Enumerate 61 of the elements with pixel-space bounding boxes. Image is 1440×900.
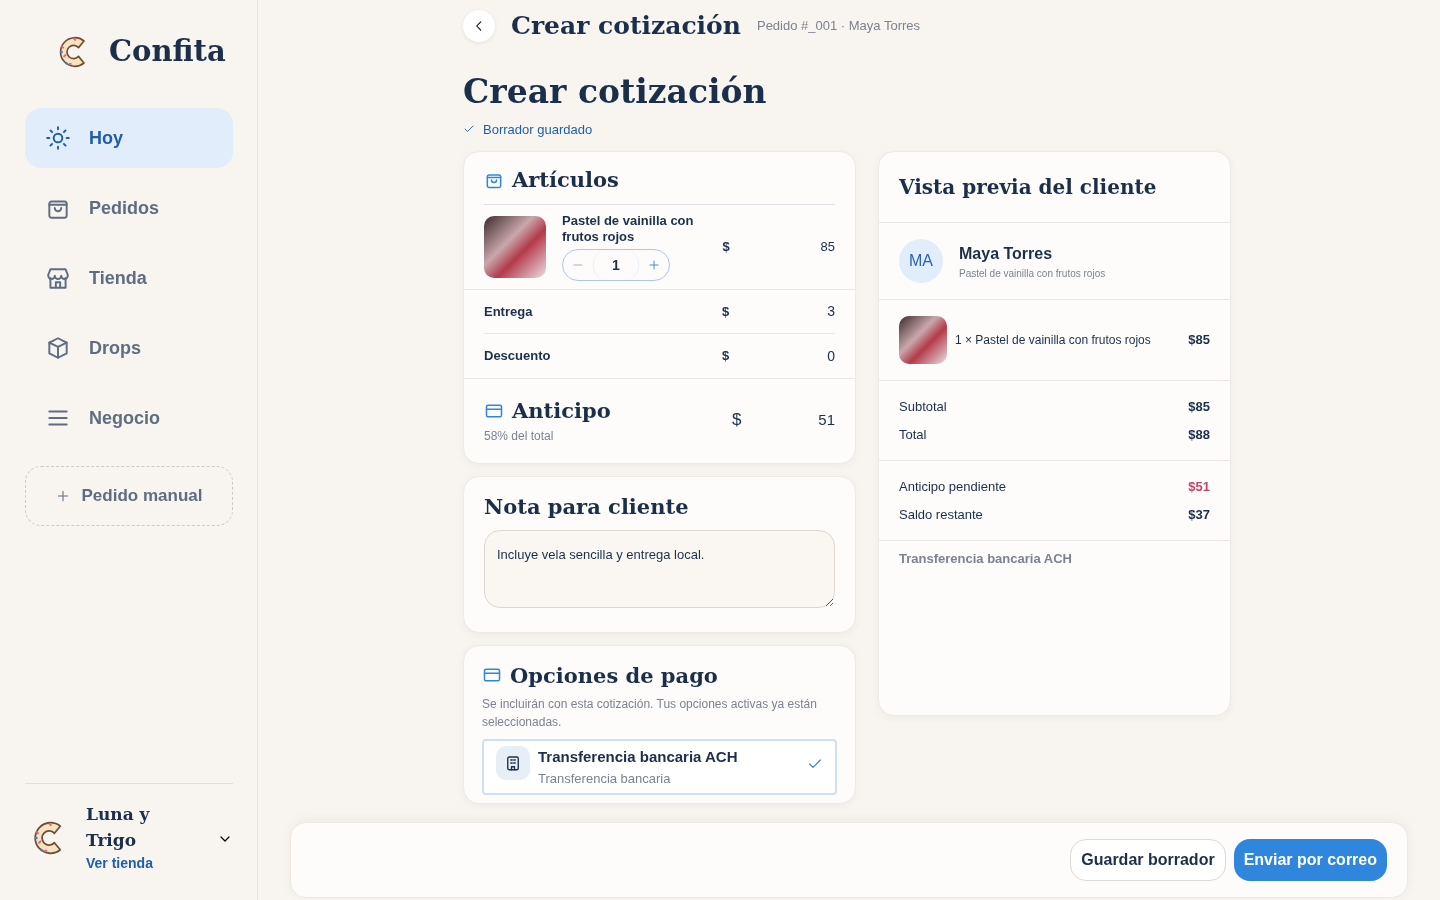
- summary-amount: $88: [1188, 425, 1210, 444]
- item-price: 85: [819, 238, 835, 257]
- footer-button[interactable]: Enviar por correo: [1233, 839, 1387, 881]
- card-title: Opciones de pago: [510, 661, 718, 690]
- brand-name: Confita: [109, 33, 226, 71]
- card-title: Vista previa del cliente: [898, 174, 1158, 202]
- note-field[interactable]: Incluye vela sencilla y entrega local.: [484, 530, 835, 609]
- nav-item[interactable]: Drops: [25, 318, 233, 378]
- charge-amount: 0: [826, 346, 835, 366]
- option-name: Transferencia bancaria ACH: [538, 747, 739, 768]
- customer-detail: Pastel de vainilla con frutos rojos: [959, 266, 1106, 281]
- nav-item[interactable]: Negocio: [25, 388, 233, 448]
- line-item-amount: $85: [1188, 331, 1210, 350]
- summary-amount: $85: [1188, 398, 1210, 417]
- currency-symbol: $: [722, 302, 731, 321]
- payment-method-text: Transferencia bancaria ACH: [899, 551, 1072, 567]
- footer-button[interactable]: Guardar borrador: [1070, 839, 1226, 881]
- payment-description: Se incluirán con esta cotización. Tus opciones activas ya están seleccionadas.: [482, 696, 818, 732]
- deposit-note: 58% del total: [484, 427, 555, 445]
- deposit-title: Anticipo: [512, 397, 611, 426]
- nav-item[interactable]: Pedidos: [25, 178, 233, 238]
- charge-label: Entrega: [484, 302, 534, 321]
- account-name: Luna y Trigo: [86, 803, 151, 852]
- back-button[interactable]: [463, 10, 495, 42]
- order-subtitle: Pedido #_001 · Maya Torres: [756, 17, 921, 36]
- currency-symbol: $: [732, 409, 743, 432]
- customer-name: Maya Torres: [959, 243, 1054, 264]
- cake-photo-placeholder: [484, 215, 546, 278]
- item-name: Pastel de vainilla con frutos rojos: [562, 212, 695, 246]
- charge-amount: 3: [826, 302, 835, 322]
- option-detail: Transferencia bancaria: [538, 769, 672, 788]
- page-title: Crear cotización: [463, 72, 768, 112]
- bank-icon: [504, 754, 522, 773]
- save-status: Borrador guardado: [483, 120, 593, 139]
- currency-symbol: $: [722, 347, 731, 366]
- summary-label: Total: [899, 425, 927, 444]
- summary-amount: $37: [1188, 505, 1210, 524]
- manual-order-button[interactable]: Pedido manual: [25, 466, 233, 526]
- currency-symbol: $: [722, 238, 731, 257]
- card-title: Artículos: [512, 166, 619, 195]
- storefront-icon: [45, 265, 71, 291]
- deposit-amount: 51: [817, 409, 835, 430]
- plus-icon: [648, 259, 660, 272]
- summary-label: Saldo restante: [899, 505, 983, 524]
- nav-item[interactable]: Hoy: [25, 108, 233, 168]
- charge-label: Descuento: [484, 347, 552, 366]
- store-link[interactable]: Ver tienda: [86, 853, 203, 874]
- plus-icon: [55, 489, 70, 503]
- cake-photo-placeholder: [899, 316, 947, 365]
- box-icon: [45, 335, 71, 361]
- quantity-value: 1: [593, 250, 639, 281]
- summary-label: Subtotal: [899, 398, 947, 417]
- sun-icon: [45, 125, 71, 151]
- header-title: Crear cotización: [511, 10, 741, 43]
- summary-label: Anticipo pendiente: [899, 478, 1006, 497]
- nav-item[interactable]: Tienda: [25, 248, 233, 308]
- line-item-text: 1 × Pastel de vainilla con frutos rojos: [955, 332, 1152, 350]
- card-title: Nota para cliente: [484, 492, 690, 521]
- customer-avatar: MA: [899, 239, 943, 284]
- summary-amount: $51: [1188, 478, 1210, 497]
- payment-option[interactable]: Transferencia bancaria ACH Transferencia bancaria: [482, 739, 837, 796]
